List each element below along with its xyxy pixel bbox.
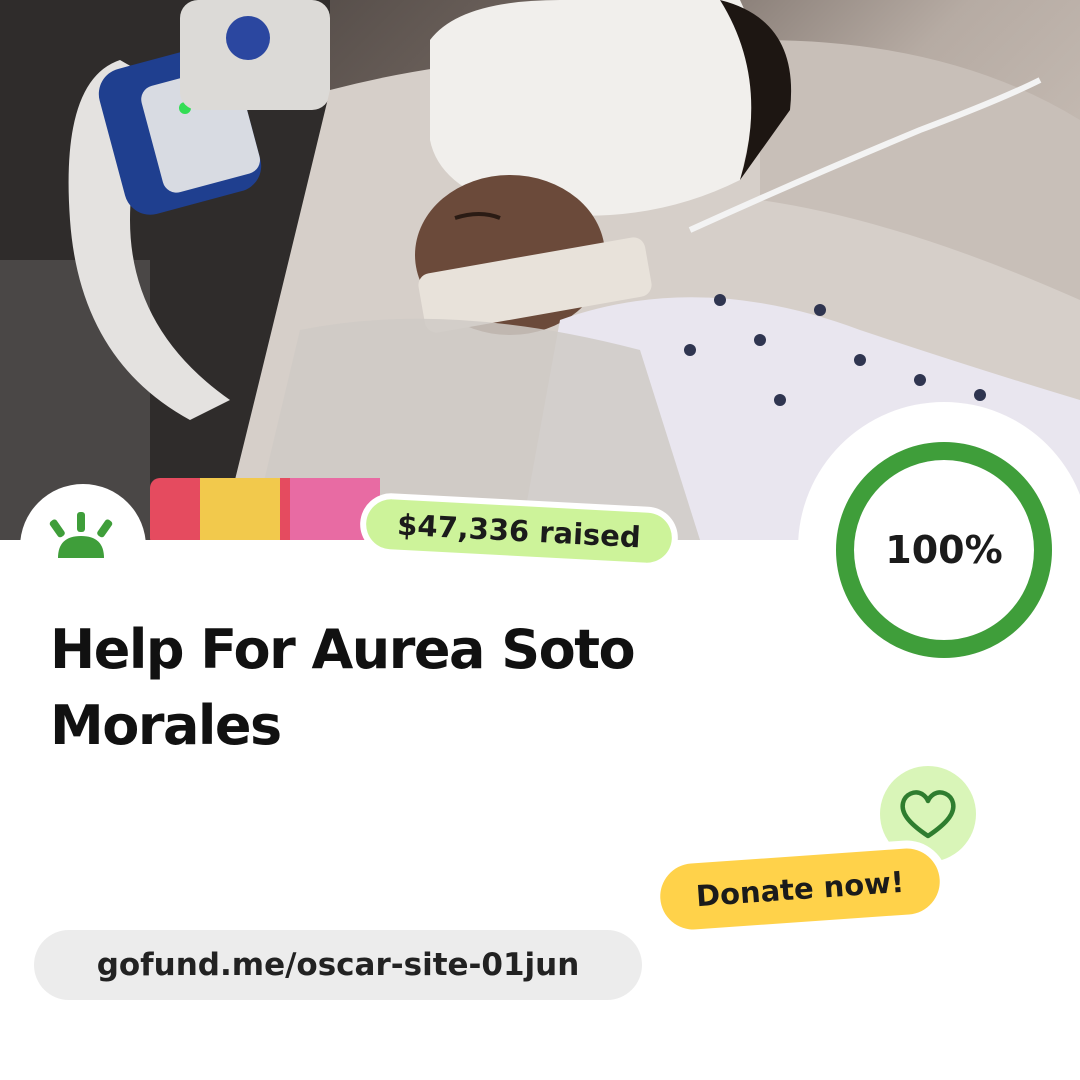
- sunrise-logo-icon: [49, 512, 113, 558]
- progress-percent: 100%: [885, 528, 1003, 572]
- campaign-title: Help For Aurea Soto Morales: [50, 618, 636, 757]
- heart-icon: [900, 790, 956, 839]
- amount-raised-label: $47,336 raised: [364, 498, 674, 564]
- donate-button-label: Donate now!: [658, 846, 942, 932]
- campaign-url-link[interactable]: gofund.me/oscar-site-01jun: [34, 930, 642, 1000]
